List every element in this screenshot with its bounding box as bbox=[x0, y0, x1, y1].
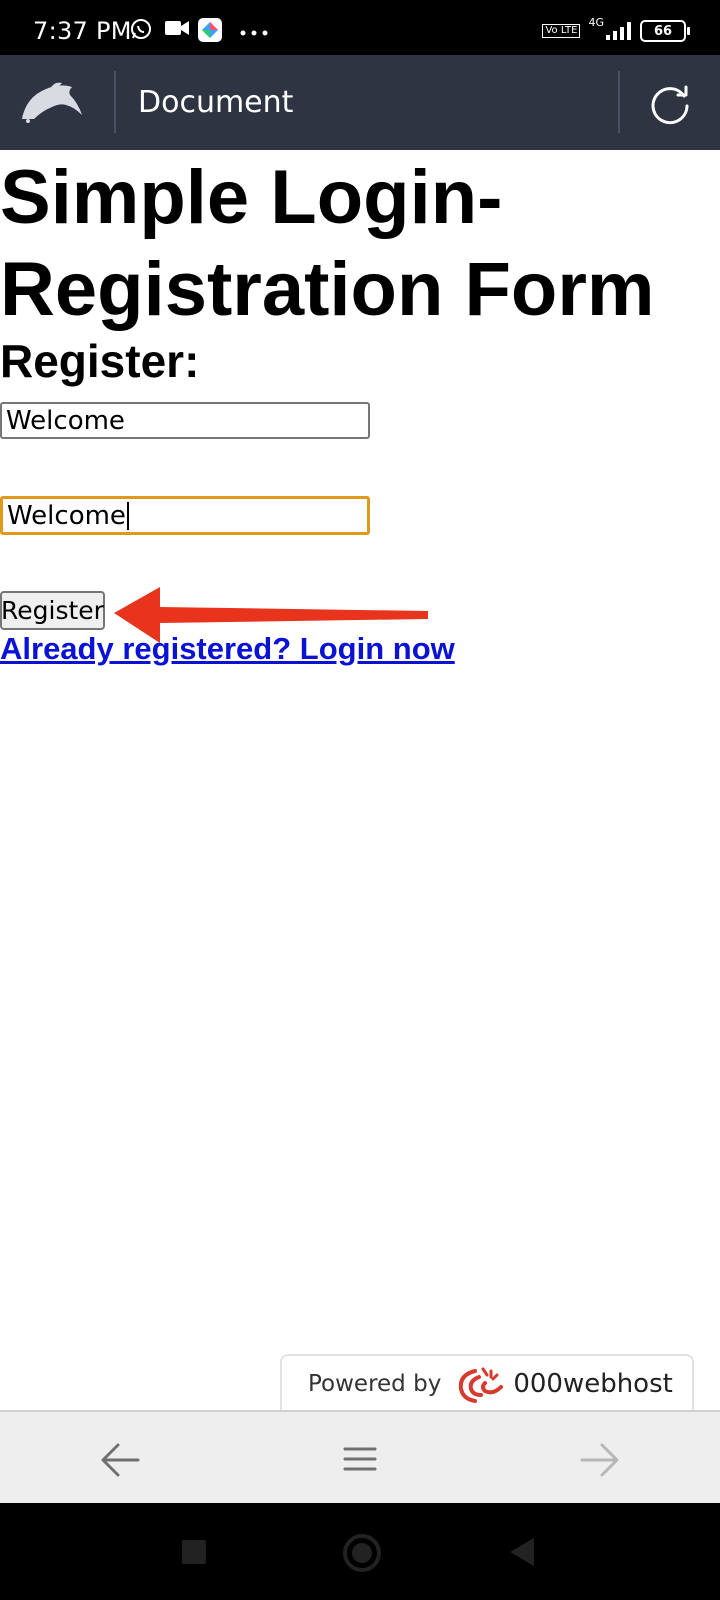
field-1-value: Welcome bbox=[6, 405, 125, 436]
powered-by-badge[interactable]: Powered by 000webhost bbox=[280, 1354, 694, 1412]
signal-icon: 4G bbox=[588, 16, 632, 40]
webhost-logo-icon bbox=[459, 1367, 504, 1403]
browser-bottom-bar bbox=[0, 1410, 720, 1503]
system-navigation-bar bbox=[0, 1503, 720, 1600]
register-heading: Register: bbox=[0, 335, 200, 387]
reload-icon[interactable] bbox=[648, 82, 692, 126]
battery-level: 66 bbox=[653, 23, 673, 39]
system-back-icon[interactable] bbox=[510, 1538, 534, 1566]
register-field-2[interactable]: Welcome bbox=[0, 496, 370, 535]
home-icon[interactable] bbox=[343, 1534, 381, 1572]
page-heading: Simple Login-Registration Form bbox=[0, 155, 655, 332]
volte-icon: Vo LTE bbox=[542, 24, 581, 38]
brand-name: 000webhost bbox=[513, 1369, 673, 1399]
text-caret bbox=[126, 501, 129, 530]
forward-arrow-icon[interactable] bbox=[580, 1440, 620, 1480]
field-2-value: Welcome bbox=[7, 500, 126, 531]
dolphin-logo-icon[interactable] bbox=[20, 79, 84, 125]
video-camera-icon bbox=[165, 21, 189, 35]
web-page: Simple Login-Registration Form Register: bbox=[0, 150, 720, 386]
register-field-1[interactable]: Welcome bbox=[0, 402, 370, 439]
app-notification-icon bbox=[198, 18, 222, 42]
login-link[interactable]: Already registered? Login now bbox=[0, 631, 455, 667]
powered-by-label: Powered by bbox=[308, 1371, 442, 1397]
toolbar-divider bbox=[114, 71, 116, 133]
browser-toolbar: Document bbox=[0, 55, 720, 150]
register-button[interactable]: Register bbox=[0, 591, 105, 630]
page-title[interactable]: Document bbox=[138, 85, 293, 120]
menu-icon[interactable] bbox=[343, 1446, 377, 1472]
recents-icon[interactable] bbox=[182, 1540, 206, 1564]
more-notifications-icon bbox=[240, 30, 268, 36]
status-bar: 7:37 PM Vo LTE 4G 66 bbox=[0, 0, 720, 55]
toolbar-divider bbox=[618, 71, 620, 133]
back-arrow-icon[interactable] bbox=[100, 1440, 140, 1480]
whatsapp-icon bbox=[131, 19, 151, 39]
network-type: 4G bbox=[588, 16, 604, 29]
battery-icon: 66 bbox=[640, 20, 690, 42]
status-time: 7:37 PM bbox=[33, 17, 132, 45]
